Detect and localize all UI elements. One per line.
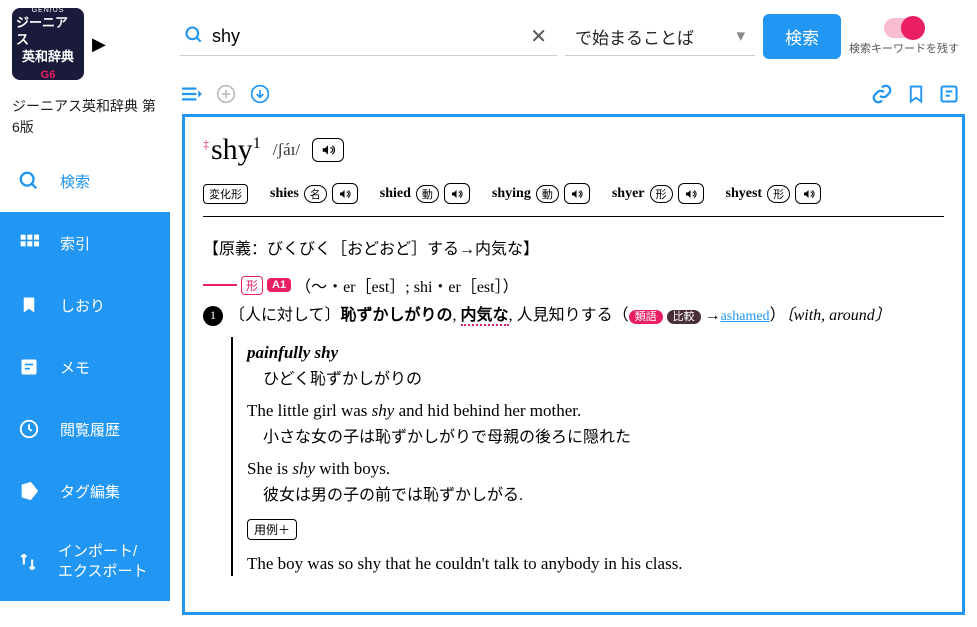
logo-line1: GENIUS bbox=[32, 6, 65, 15]
sense-header: 形 A1 （～・er［est］; shi・er［est］） bbox=[203, 273, 944, 303]
history-icon bbox=[18, 418, 40, 440]
match-mode-label: で始まることば bbox=[575, 24, 694, 49]
more-examples-button[interactable]: 用例＋ bbox=[247, 519, 297, 540]
inflection-label: 変化形 bbox=[203, 184, 248, 204]
example-en: painfully shy bbox=[247, 337, 944, 365]
collapse-icon[interactable] bbox=[180, 85, 202, 106]
sidebar-item-search[interactable]: 検索 bbox=[0, 150, 170, 212]
search-input[interactable] bbox=[212, 26, 516, 47]
grid-icon bbox=[18, 232, 40, 254]
sidebar: GENIUS ジーニアス 英和辞典 G6 ▶ ジーニアス英和辞典 第6版 検索 … bbox=[0, 0, 170, 627]
sidebar-item-label: メモ bbox=[60, 357, 90, 378]
pos-badge: 形 bbox=[241, 276, 263, 295]
sidebar-item-memo[interactable]: メモ bbox=[0, 336, 170, 398]
match-mode-select[interactable]: で始まることば ▾ bbox=[565, 18, 755, 56]
add-icon bbox=[216, 84, 236, 107]
chevron-down-icon: ▾ bbox=[736, 26, 745, 46]
sidebar-item-label: タグ編集 bbox=[60, 481, 120, 502]
example-en: The little girl was shy and hid behind h… bbox=[247, 395, 944, 423]
sidebar-item-bookmark[interactable]: しおり bbox=[0, 274, 170, 336]
toggle-label: 検索キーワードを残す bbox=[849, 40, 959, 56]
inflection-item: shying動 bbox=[492, 183, 590, 204]
sidebar-item-label: 検索 bbox=[60, 171, 90, 192]
inflections-row: 変化形 shies名 shied動 shying動 shyer形 shyest形 bbox=[203, 177, 944, 217]
sidebar-item-label: しおり bbox=[60, 295, 105, 316]
comparison-forms: （～・er［est］; shi・er［est］） bbox=[295, 273, 519, 297]
keep-keyword-toggle[interactable] bbox=[884, 18, 924, 38]
dictionary-title: ジーニアス英和辞典 第6版 bbox=[0, 88, 170, 150]
logo-area: GENIUS ジーニアス 英和辞典 G6 ▶ bbox=[0, 0, 170, 88]
pronunciation: /ʃáɪ/ bbox=[273, 140, 300, 160]
headword: ‡shy1 bbox=[203, 133, 261, 167]
tag-icon bbox=[18, 480, 40, 502]
note-entry-icon[interactable] bbox=[939, 84, 959, 107]
audio-button[interactable] bbox=[444, 183, 470, 204]
cross-ref-link[interactable]: ashamed bbox=[721, 309, 770, 324]
entry-toolbar bbox=[170, 77, 977, 114]
dictionary-entry: ‡shy1 /ʃáɪ/ 変化形 shies名 shied動 shying動 sh… bbox=[182, 114, 965, 615]
dictionary-logo[interactable]: GENIUS ジーニアス 英和辞典 G6 bbox=[12, 8, 84, 80]
compare-chip[interactable]: 比較 bbox=[667, 310, 701, 324]
sidebar-item-label: インポート/エクスポート bbox=[58, 542, 152, 581]
sense-1: 1 〔人に対して〕恥ずかしがりの, 内気な, 人見知りする（類語 比較 →ash… bbox=[203, 303, 944, 337]
example-jp: 彼女は男の子の前では恥ずかしがる. bbox=[247, 481, 944, 511]
inflection-item: shies名 bbox=[270, 183, 358, 204]
search-button[interactable]: 検索 bbox=[763, 14, 841, 59]
sidebar-item-label: 閲覧履歴 bbox=[60, 419, 120, 440]
logo-line4: G6 bbox=[41, 68, 56, 82]
play-icon[interactable]: ▶ bbox=[92, 34, 106, 55]
sense-number: 1 bbox=[203, 306, 223, 326]
audio-button-headword[interactable] bbox=[312, 138, 344, 162]
inflection-item: shied動 bbox=[380, 183, 470, 204]
audio-button[interactable] bbox=[795, 183, 821, 204]
example-en: The boy was so shy that he couldn't talk… bbox=[247, 548, 944, 576]
logo-line2: ジーニアス bbox=[16, 15, 80, 49]
headword-row: ‡shy1 /ʃáɪ/ bbox=[203, 129, 944, 177]
synonym-chip[interactable]: 類語 bbox=[629, 310, 663, 324]
sidebar-menu: 検索 索引 しおり メモ 閲覧履歴 タグ編集 インポート/エクスポート bbox=[0, 150, 170, 627]
sidebar-item-label: 索引 bbox=[60, 233, 90, 254]
sidebar-item-import-export[interactable]: インポート/エクスポート bbox=[0, 522, 170, 601]
bookmark-entry-icon[interactable] bbox=[907, 83, 925, 108]
sidebar-item-history[interactable]: 閲覧履歴 bbox=[0, 398, 170, 460]
audio-button[interactable] bbox=[678, 183, 704, 204]
example-jp: 小さな女の子は恥ずかしがりで母親の後ろに隠れた bbox=[247, 423, 944, 453]
import-export-icon bbox=[18, 551, 38, 573]
logo-line3: 英和辞典 bbox=[22, 49, 74, 66]
bookmark-icon bbox=[18, 294, 40, 316]
example-jp: ひどく恥ずかしがりの bbox=[247, 365, 944, 395]
clear-search-button[interactable]: ✕ bbox=[524, 24, 553, 49]
main-panel: ✕ で始まることば ▾ 検索 検索キーワードを残す ‡shy1 /ʃáɪ/ 変化… bbox=[170, 0, 977, 627]
inflection-item: shyer形 bbox=[612, 183, 704, 204]
sidebar-item-tags[interactable]: タグ編集 bbox=[0, 460, 170, 522]
search-bar: ✕ で始まることば ▾ 検索 検索キーワードを残す bbox=[170, 0, 977, 77]
search-box: ✕ bbox=[180, 18, 557, 56]
etymology: 【原義：びくびく［おどおど］する→内気な】 bbox=[203, 231, 944, 273]
download-icon[interactable] bbox=[250, 84, 270, 107]
search-icon bbox=[184, 25, 204, 48]
level-badge: A1 bbox=[267, 278, 291, 292]
example-en: She is shy with boys. bbox=[247, 453, 944, 481]
note-icon bbox=[18, 356, 40, 378]
keep-keyword-toggle-area: 検索キーワードを残す bbox=[849, 18, 959, 56]
inflection-item: shyest形 bbox=[726, 183, 822, 204]
link-icon[interactable] bbox=[871, 83, 893, 108]
sidebar-item-index[interactable]: 索引 bbox=[0, 212, 170, 274]
audio-button[interactable] bbox=[564, 183, 590, 204]
search-icon bbox=[18, 170, 40, 192]
examples-block: painfully shy ひどく恥ずかしがりの The little girl… bbox=[231, 337, 944, 576]
divider-bar bbox=[203, 284, 237, 286]
sense-text: 〔人に対して〕恥ずかしがりの, 内気な, 人見知りする（類語 比較 →asham… bbox=[229, 303, 891, 329]
audio-button[interactable] bbox=[332, 183, 358, 204]
